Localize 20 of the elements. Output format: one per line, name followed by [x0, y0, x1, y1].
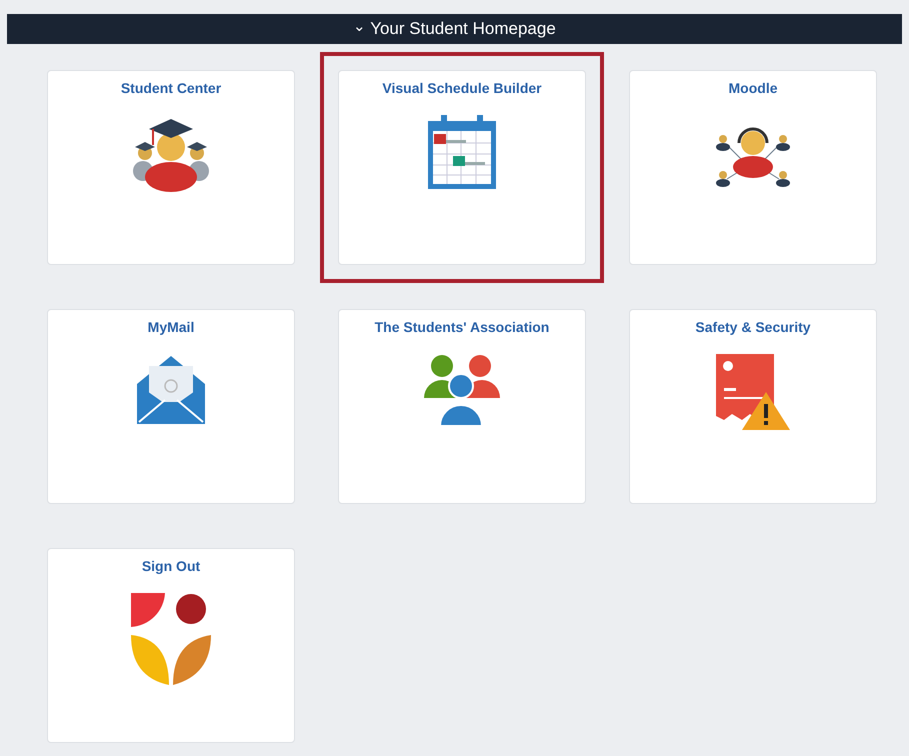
page-title: Your Student Homepage — [370, 18, 556, 40]
app-tile[interactable]: The Students' Association — [338, 309, 586, 504]
app-tile[interactable]: Safety & Security — [629, 309, 877, 504]
chevron-icon[interactable]: ⌄ — [353, 18, 366, 34]
tile-title: Sign Out — [142, 557, 200, 576]
tile-title: Moodle — [728, 79, 778, 98]
tile-title: The Students' Association — [374, 318, 550, 337]
document-warning-icon — [714, 352, 792, 432]
tile-title: Visual Schedule Builder — [382, 79, 542, 98]
tile-title: Safety & Security — [695, 318, 811, 337]
tile-title: MyMail — [148, 318, 194, 337]
app-tile[interactable]: Visual Schedule Builder — [338, 70, 586, 265]
shield-logo-icon — [129, 591, 213, 687]
app-tile[interactable]: MyMail — [47, 309, 295, 504]
app-tile[interactable]: Moodle — [629, 70, 877, 265]
app-tile[interactable]: Student Center — [47, 70, 295, 265]
calendar-icon — [426, 113, 498, 191]
people-group-icon — [422, 352, 502, 428]
app-tile[interactable]: Sign Out — [47, 548, 295, 743]
tile-title: Student Center — [120, 79, 222, 98]
